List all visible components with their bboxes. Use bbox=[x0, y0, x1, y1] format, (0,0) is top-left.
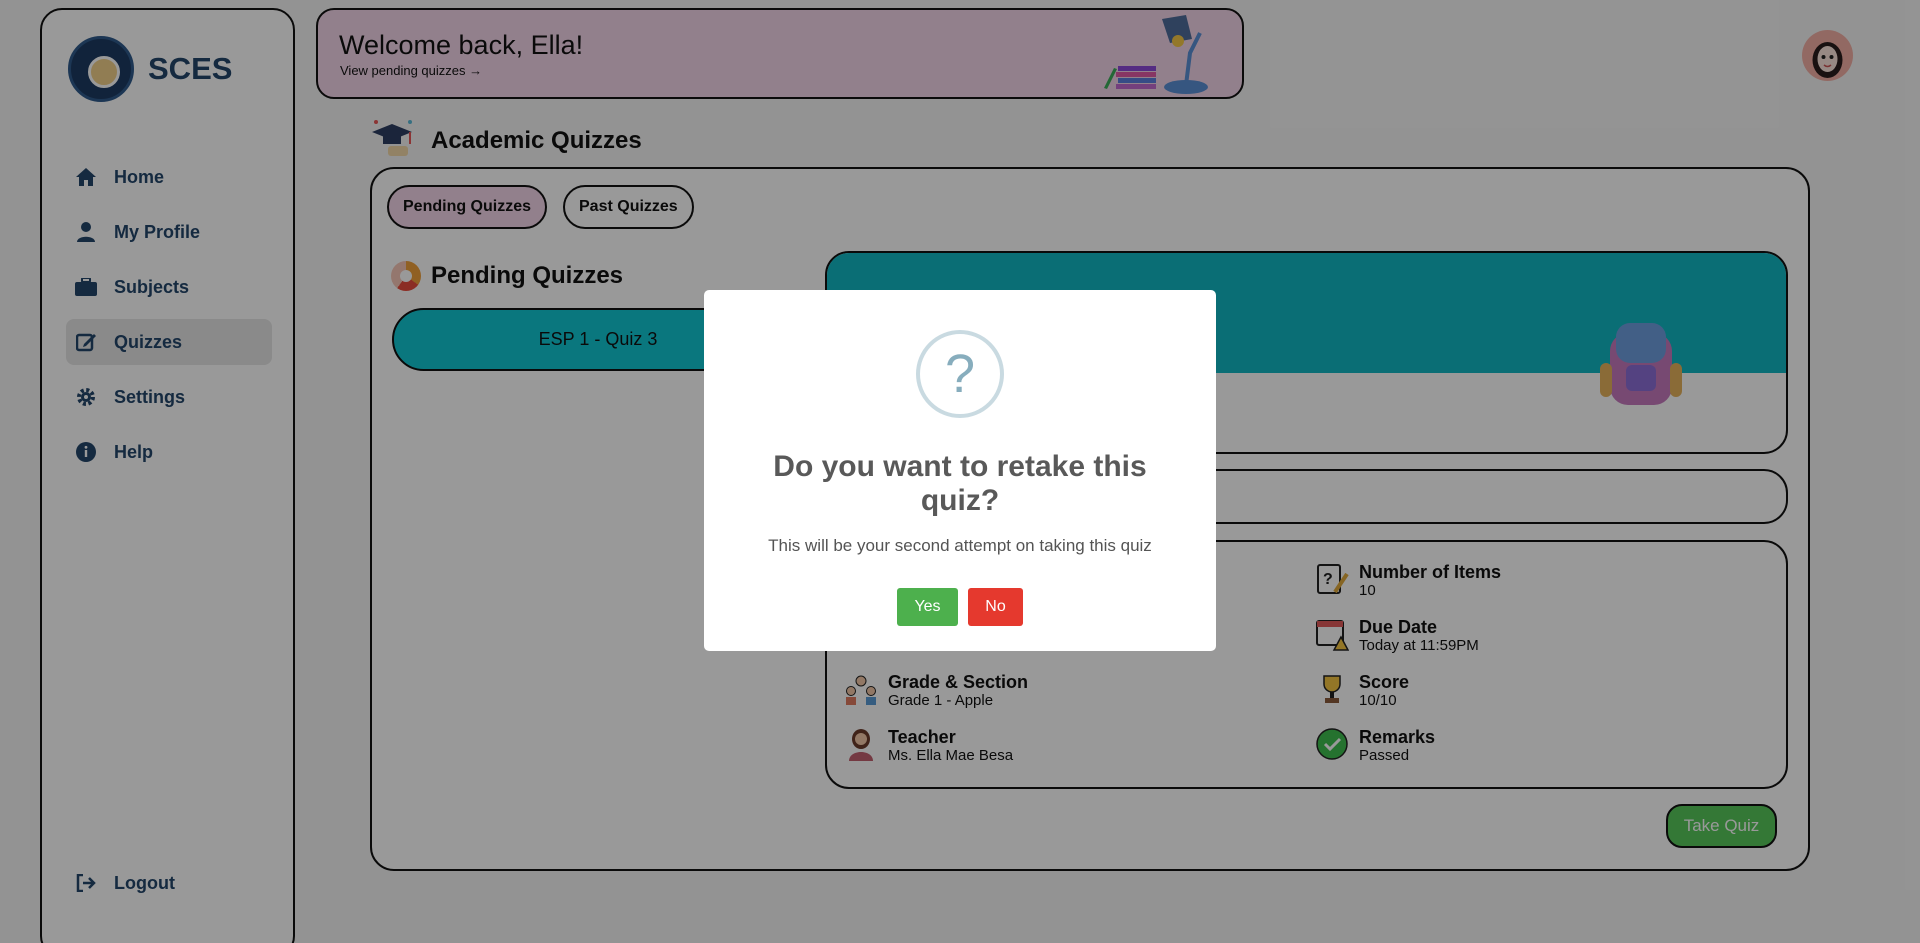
dialog-text: This will be your second attempt on taki… bbox=[768, 536, 1152, 555]
yes-button[interactable]: Yes bbox=[897, 588, 958, 626]
no-button[interactable]: No bbox=[968, 588, 1023, 626]
dialog-title: Do you want to retake this quiz? bbox=[773, 450, 1147, 517]
question-icon: ? bbox=[916, 330, 1004, 418]
retake-confirm-dialog: ? Do you want to retake this quiz? This … bbox=[704, 290, 1216, 651]
